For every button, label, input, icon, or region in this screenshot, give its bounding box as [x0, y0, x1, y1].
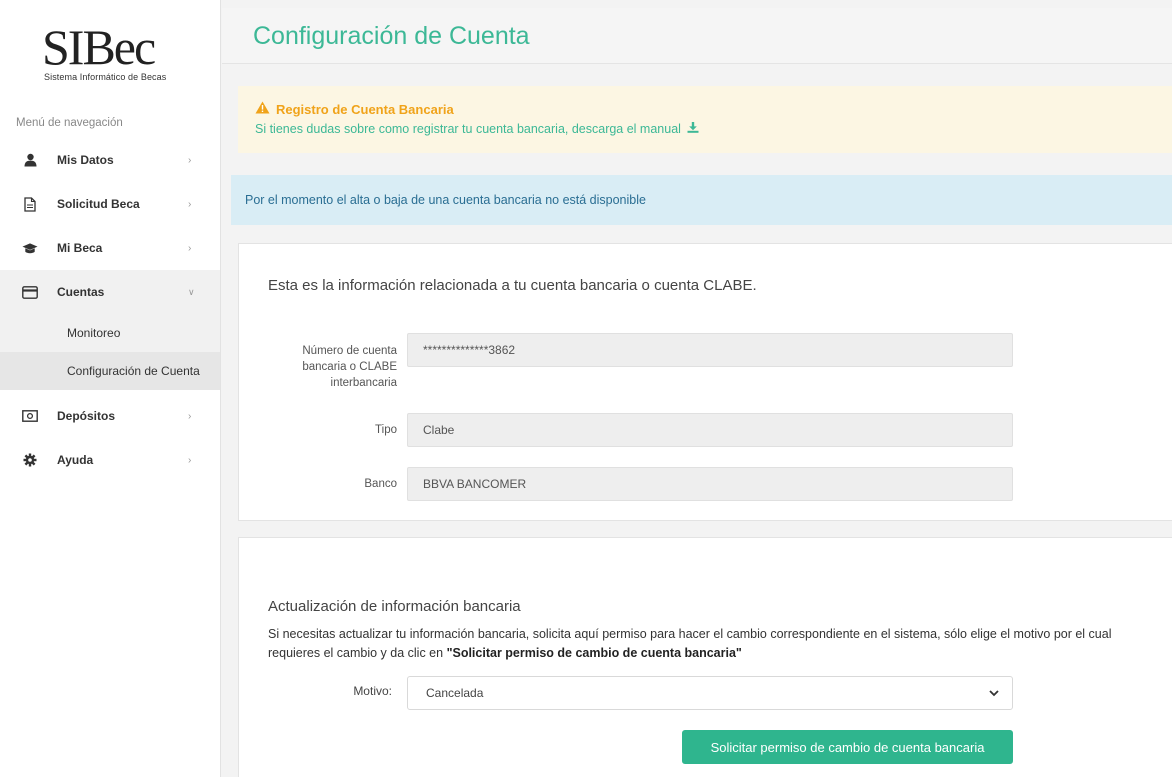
chevron-down-icon: ∨: [188, 286, 195, 297]
alert-title: Registro de Cuenta Bancaria: [276, 101, 454, 117]
chevron-down-icon: [988, 687, 1000, 702]
chevron-right-icon: ›: [188, 410, 192, 422]
submenu-item-configuracion-cuenta[interactable]: Configuración de Cuenta: [0, 352, 220, 390]
submenu-cuentas: Monitoreo Configuración de Cuenta: [0, 314, 220, 390]
field-tipo: Clabe: [407, 413, 1013, 447]
nav-label: Menú de navegación: [16, 117, 123, 129]
nav-item-mis-datos[interactable]: Mis Datos ›: [0, 138, 220, 182]
nav-item-ayuda[interactable]: Ayuda ›: [0, 438, 220, 482]
money-bill-icon: [22, 408, 38, 424]
chevron-right-icon: ›: [188, 454, 192, 466]
alert-registro-cuenta: Registro de Cuenta Bancaria Si tienes du…: [238, 86, 1172, 153]
credit-card-icon: [22, 284, 38, 300]
sidebar: SIBec Sistema Informático de Becas Menú …: [0, 0, 221, 777]
field-label-tipo: Tipo: [375, 424, 397, 436]
update-bank-info-card: Actualización de información bancaria Si…: [238, 537, 1172, 777]
alert-message-row[interactable]: Si tienes dudas sobre como registrar tu …: [255, 122, 699, 136]
nav-item-label: Solicitud Beca: [57, 197, 140, 211]
alert-message[interactable]: Si tienes dudas sobre como registrar tu …: [255, 122, 681, 136]
chevron-right-icon: ›: [188, 154, 192, 166]
graduation-cap-icon: [22, 240, 38, 256]
page-header: Configuración de Cuenta: [222, 8, 1172, 64]
warning-icon: [255, 101, 270, 117]
update-heading: Actualización de información bancaria: [268, 598, 521, 615]
page-title: Configuración de Cuenta: [253, 22, 530, 50]
submenu-item-monitoreo[interactable]: Monitoreo: [0, 314, 220, 352]
user-icon: [22, 152, 38, 168]
solicitar-permiso-button[interactable]: Solicitar permiso de cambio de cuenta ba…: [682, 730, 1013, 764]
nav-item-label: Mis Datos: [57, 153, 114, 167]
nav-item-depositos[interactable]: Depósitos ›: [0, 394, 220, 438]
alert-info-no-disponible: Por el momento el alta o baja de una cue…: [231, 175, 1172, 225]
download-icon[interactable]: [687, 122, 699, 136]
chevron-right-icon: ›: [188, 242, 192, 254]
nav-item-solicitud-beca[interactable]: Solicitud Beca ›: [0, 182, 220, 226]
nav-item-mi-beca[interactable]: Mi Beca ›: [0, 226, 220, 270]
field-label-numero-cuenta: Número de cuenta bancaria o CLABE interb…: [302, 345, 397, 389]
field-banco: BBVA BANCOMER: [407, 467, 1013, 501]
nav-menu: Mis Datos › Solicitud Beca › Mi Beca › C…: [0, 138, 220, 482]
nav-item-label: Cuentas: [57, 285, 105, 299]
sibec-logo[interactable]: SIBec Sistema Informático de Becas: [42, 22, 182, 90]
account-info-intro: Esta es la información relacionada a tu …: [268, 277, 757, 294]
alert-title-row: Registro de Cuenta Bancaria: [255, 101, 454, 117]
update-instructions-bold: "Solicitar permiso de cambio de cuenta b…: [446, 646, 742, 660]
field-label-banco: Banco: [364, 478, 397, 490]
logo-text: SIBec: [42, 19, 156, 75]
alert-info-message: Por el momento el alta o baja de una cue…: [245, 193, 646, 207]
motivo-select-value: Cancelada: [426, 686, 484, 700]
motivo-label: Motivo:: [353, 684, 392, 698]
field-numero-cuenta: **************3862: [407, 333, 1013, 367]
account-info-card: Esta es la información relacionada a tu …: [238, 243, 1172, 521]
nav-item-label: Depósitos: [57, 409, 116, 423]
motivo-select[interactable]: Cancelada: [407, 676, 1013, 710]
chevron-right-icon: ›: [188, 198, 192, 210]
nav-item-cuentas[interactable]: Cuentas ∨: [0, 270, 220, 314]
gear-icon: [22, 452, 38, 468]
nav-item-label: Ayuda: [57, 453, 94, 467]
document-icon: [22, 196, 38, 212]
nav-item-label: Mi Beca: [57, 241, 103, 255]
logo-subtitle: Sistema Informático de Becas: [44, 72, 167, 82]
update-instructions: Si necesitas actualizar tu información b…: [268, 625, 1148, 663]
logo-wordmark: SIBec: [42, 22, 182, 72]
